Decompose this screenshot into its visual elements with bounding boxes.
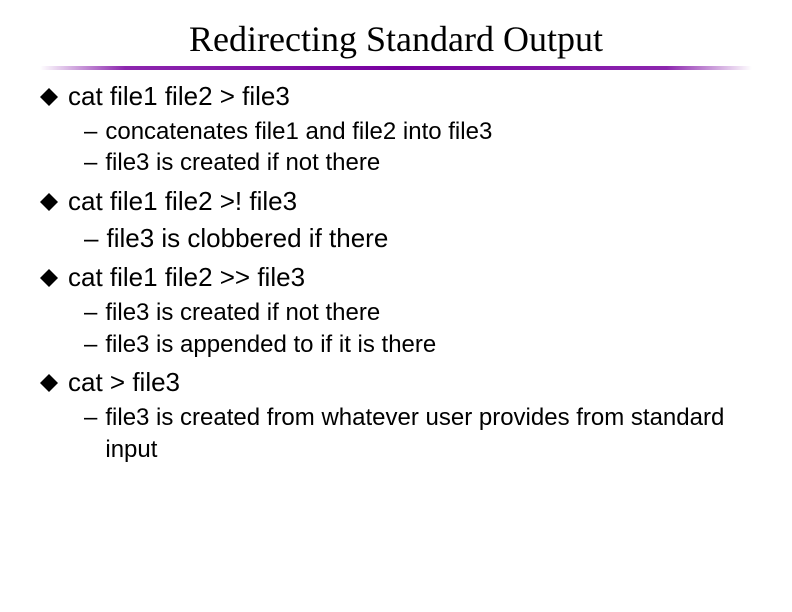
sub-text: file3 is clobbered if there xyxy=(106,221,752,255)
bullet-text: cat file1 file2 >! file3 xyxy=(68,185,297,219)
sub-item: – file3 is clobbered if there xyxy=(84,221,752,255)
dash-icon: – xyxy=(84,116,97,148)
sub-text: file3 is appended to if it is there xyxy=(105,329,752,361)
content-area: cat file1 file2 > file3 – concatenates f… xyxy=(40,80,752,466)
dash-icon: – xyxy=(84,147,97,179)
bullet-item: cat > file3 xyxy=(40,366,752,400)
diamond-bullet-icon xyxy=(40,374,58,392)
slide-title: Redirecting Standard Output xyxy=(40,18,752,60)
slide: Redirecting Standard Output cat file1 fi… xyxy=(0,0,792,492)
bullet-text: cat file1 file2 > file3 xyxy=(68,80,290,114)
sub-text: concatenates file1 and file2 into file3 xyxy=(105,116,752,148)
sub-list: – file3 is created from whatever user pr… xyxy=(84,402,752,465)
diamond-bullet-icon xyxy=(40,193,58,211)
dash-icon: – xyxy=(84,221,98,255)
bullet-text: cat > file3 xyxy=(68,366,180,400)
sub-item: – file3 is appended to if it is there xyxy=(84,329,752,361)
sub-item: – file3 is created if not there xyxy=(84,297,752,329)
sub-text: file3 is created from whatever user prov… xyxy=(105,402,752,465)
bullet-item: cat file1 file2 >> file3 xyxy=(40,261,752,295)
bullet-text: cat file1 file2 >> file3 xyxy=(68,261,305,295)
divider-line xyxy=(40,66,752,70)
diamond-bullet-icon xyxy=(40,269,58,287)
sub-text: file3 is created if not there xyxy=(105,147,752,179)
sub-item: – concatenates file1 and file2 into file… xyxy=(84,116,752,148)
dash-icon: – xyxy=(84,297,97,329)
sub-list: – file3 is clobbered if there xyxy=(84,221,752,255)
dash-icon: – xyxy=(84,402,97,434)
dash-icon: – xyxy=(84,329,97,361)
bullet-item: cat file1 file2 > file3 xyxy=(40,80,752,114)
bullet-item: cat file1 file2 >! file3 xyxy=(40,185,752,219)
sub-list: – file3 is created if not there – file3 … xyxy=(84,297,752,360)
sub-text: file3 is created if not there xyxy=(105,297,752,329)
sub-list: – concatenates file1 and file2 into file… xyxy=(84,116,752,179)
sub-item: – file3 is created from whatever user pr… xyxy=(84,402,752,465)
sub-item: – file3 is created if not there xyxy=(84,147,752,179)
diamond-bullet-icon xyxy=(40,88,58,106)
